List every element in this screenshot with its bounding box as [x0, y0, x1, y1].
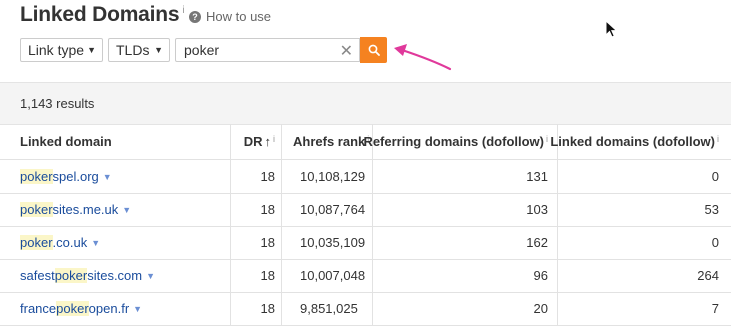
dr-value: 18	[260, 169, 275, 184]
referring-domains-value: 103	[526, 202, 548, 217]
search-icon	[368, 44, 380, 56]
link-type-label: Link type	[28, 42, 85, 58]
info-icon[interactable]: i	[546, 134, 548, 144]
sort-up-arrow-icon: ↑	[264, 134, 272, 149]
table-row: safest poker sites.com ▼ 18 10,007,048 96 2…	[0, 259, 731, 293]
dropdown-triangle-icon[interactable]: ▼	[133, 304, 142, 314]
question-icon: ?	[189, 10, 201, 23]
search-input[interactable]: poker ✕	[175, 38, 360, 62]
search-button[interactable]	[360, 37, 387, 63]
linked-domains-value: 0	[711, 235, 719, 250]
info-icon[interactable]: i	[717, 134, 719, 144]
tlds-label: TLDs	[116, 42, 150, 58]
results-bar: 1,143 results	[0, 82, 731, 125]
referring-domains-value: 131	[526, 169, 548, 184]
dropdown-triangle-icon[interactable]: ▼	[91, 238, 100, 248]
table-row: poker spel.org ▼ 18 10,108,129 131 0	[0, 160, 731, 194]
caret-down-icon: ▼	[154, 45, 163, 55]
close-icon[interactable]: ✕	[340, 41, 353, 61]
annotation-arrow-icon	[394, 44, 452, 71]
how-to-use-label: How to use	[206, 9, 272, 24]
dropdown-triangle-icon[interactable]: ▼	[122, 205, 131, 215]
linked-domains-value: 53	[704, 202, 719, 217]
dr-value: 18	[260, 235, 275, 250]
how-to-use-link[interactable]: ? How to use	[189, 9, 271, 24]
domain-link[interactable]: safest poker sites.com ▼	[20, 259, 155, 292]
ahrefs-rank-value: 10,108,129	[300, 169, 366, 184]
page-title-text: Linked Domains	[20, 3, 180, 26]
dr-value: 18	[260, 202, 275, 217]
linked-domains-value: 264	[697, 268, 719, 283]
column-header-domain[interactable]: Linked domain	[20, 124, 112, 159]
linked-domains-value: 0	[711, 169, 719, 184]
domain-link[interactable]: poker sites.me.uk ▼	[20, 193, 131, 226]
info-icon[interactable]: i	[273, 134, 275, 144]
caret-down-icon: ▼	[87, 45, 96, 55]
dr-value: 18	[260, 268, 275, 283]
linked-domains-value: 7	[711, 301, 719, 316]
ahrefs-rank-value: 10,087,764	[300, 202, 366, 217]
table-row: poker sites.me.uk ▼ 18 10,087,764 103 53	[0, 193, 731, 227]
search-input-value: poker	[184, 42, 220, 58]
dr-value: 18	[260, 301, 275, 316]
dropdown-triangle-icon[interactable]: ▼	[146, 271, 155, 281]
page-title: Linked Domains i	[20, 3, 185, 27]
mouse-cursor-icon	[605, 20, 618, 38]
referring-domains-value: 162	[526, 235, 548, 250]
ahrefs-rank-value: 9,851,025	[300, 301, 358, 316]
column-header-dr[interactable]: DR ↑ i	[244, 124, 275, 159]
table-row: france poker open.fr ▼ 18 9,851,025 20 7	[0, 292, 731, 326]
ahrefs-rank-value: 10,035,109	[300, 235, 366, 250]
domain-link[interactable]: france poker open.fr ▼	[20, 292, 142, 325]
domain-link[interactable]: poker spel.org ▼	[20, 160, 112, 193]
tlds-dropdown[interactable]: TLDs ▼	[108, 38, 170, 62]
title-info-icon[interactable]: i	[182, 5, 184, 16]
table-row: poker .co.uk ▼ 18 10,035,109 162 0	[0, 226, 731, 260]
dropdown-triangle-icon[interactable]: ▼	[103, 172, 112, 182]
results-count: 1,143 results	[20, 96, 95, 111]
referring-domains-value: 96	[533, 268, 548, 283]
referring-domains-value: 20	[533, 301, 548, 316]
ahrefs-rank-value: 10,007,048	[300, 268, 366, 283]
column-header-linked-domains[interactable]: Linked domains (dofollow) i	[550, 124, 719, 159]
domain-link[interactable]: poker .co.uk ▼	[20, 226, 100, 259]
link-type-dropdown[interactable]: Link type ▼	[20, 38, 103, 62]
column-header-ahrefs-rank[interactable]: Ahrefs rank i	[293, 124, 369, 159]
table-header: Linked domain DR ↑ i Ahrefs rank i Referrin…	[0, 124, 731, 160]
column-header-referring-domains[interactable]: Referring domains (dofollow) i	[363, 124, 548, 159]
